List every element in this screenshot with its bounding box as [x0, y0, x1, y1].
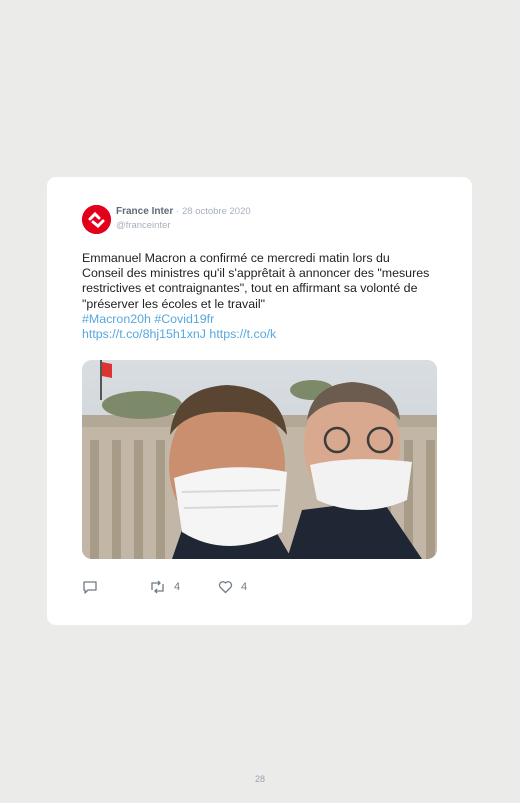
reply-action[interactable]	[82, 580, 98, 594]
reply-icon[interactable]	[82, 580, 98, 594]
france-inter-logo-icon	[82, 205, 111, 234]
tweet-body: Emmanuel Macron a confirmé ce mercredi m…	[82, 251, 430, 311]
author-name[interactable]: France Inter	[116, 206, 173, 217]
tweet-card: France Inter · 28 octobre 2020 @francein…	[47, 177, 472, 625]
retweet-count: 4	[174, 581, 181, 593]
author-handle[interactable]: @franceinter	[116, 220, 171, 231]
retweet-icon[interactable]	[149, 580, 166, 594]
like-action[interactable]: 4	[218, 580, 247, 594]
author-line: France Inter · 28 octobre 2020	[116, 206, 251, 217]
tweet-date[interactable]: 28 octobre 2020	[182, 206, 251, 217]
macron-castex-photo	[82, 360, 437, 559]
avatar[interactable]	[82, 205, 111, 234]
separator: ·	[176, 206, 180, 217]
tweet-text: Emmanuel Macron a confirmé ce mercredi m…	[82, 251, 432, 342]
like-count: 4	[241, 581, 248, 593]
tweet-photo[interactable]	[82, 360, 437, 559]
tweet-links[interactable]: https://t.co/8hj15h1xnJ https://t.co/k	[82, 327, 292, 342]
tweet-actions: 4 4	[82, 580, 382, 596]
page-number: 28	[254, 774, 265, 784]
heart-icon[interactable]	[218, 580, 233, 594]
tweet-hashtags[interactable]: #Macron20h #Covid19fr	[82, 312, 432, 327]
retweet-action[interactable]: 4	[149, 580, 180, 594]
